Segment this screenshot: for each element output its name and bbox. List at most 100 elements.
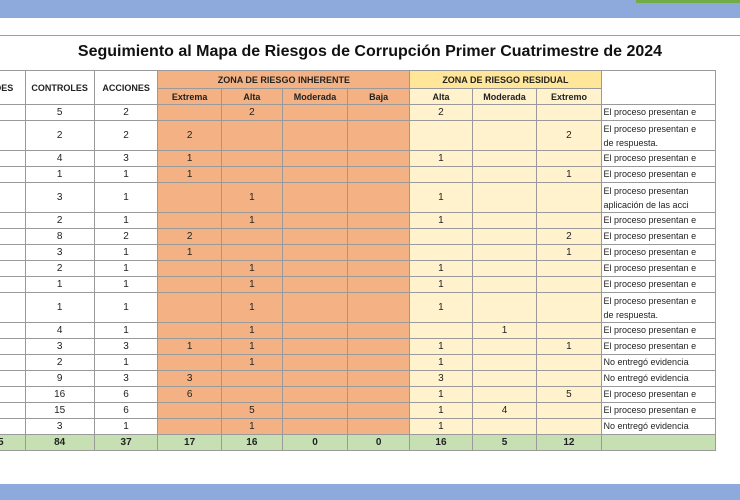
cell-observacion: El proceso presentan e de respuesta.	[600, 292, 717, 323]
total-observacion	[600, 434, 717, 451]
header-observaciones	[600, 70, 717, 105]
header-zona-residual: ZONA DE RIESGO RESIDUAL	[409, 70, 602, 89]
cell-res-moderada	[471, 150, 538, 167]
cell-controles: 5	[24, 104, 95, 121]
cell-controles: 3	[24, 182, 95, 213]
cell-observacion: El proceso presentan e	[600, 276, 717, 293]
cell-res-moderada	[471, 212, 538, 229]
table-row: 3 3 1 1 1 1 El proceso presentan e	[0, 338, 717, 355]
header-inh-alta: Alta	[220, 88, 283, 105]
cell-inh-moderada	[281, 166, 349, 183]
cell-controles: 2	[24, 260, 95, 277]
cell-observacion: No entregó evidencia	[600, 370, 717, 387]
table-row: 2 1 1 1 El proceso presentan e	[0, 212, 717, 229]
observacion-line-1: No entregó evidencia	[603, 421, 689, 431]
cell-inh-extrema: 6	[157, 386, 222, 403]
cell-res-moderada	[471, 370, 538, 387]
cell-inh-baja	[347, 322, 411, 339]
cell-inh-alta	[220, 386, 283, 403]
cell-inh-baja	[347, 212, 411, 229]
observacion-line-1: El proceso presentan e	[603, 389, 697, 399]
cell-res-moderada	[471, 292, 538, 323]
cell-res-extremo	[536, 322, 602, 339]
cell-res-alta: 1	[409, 212, 473, 229]
cell-inh-extrema	[157, 212, 222, 229]
cell-res-alta: 1	[409, 354, 473, 371]
cell-inh-extrema: 2	[157, 120, 222, 151]
cell-inh-extrema	[157, 402, 222, 419]
cell-acciones: 6	[93, 386, 159, 403]
cell-inh-moderada	[281, 402, 349, 419]
total-res-alta: 16	[409, 434, 473, 451]
cell-res-moderada	[471, 244, 538, 261]
cell-res-extremo: 1	[536, 166, 602, 183]
cell-acciones: 1	[93, 292, 159, 323]
cell-inh-alta	[220, 370, 283, 387]
cell-res-moderada	[471, 418, 538, 435]
cell-inh-baja	[347, 104, 411, 121]
cell-inh-baja	[347, 182, 411, 213]
total-res-moderada: 5	[471, 434, 538, 451]
cell-acciones: 1	[93, 322, 159, 339]
cell-res-extremo	[536, 212, 602, 229]
cell-inh-baja	[347, 260, 411, 277]
cell-res-extremo	[536, 370, 602, 387]
observacion-line-1: El proceso presentan e	[603, 231, 697, 241]
cell-acciones: 2	[93, 228, 159, 245]
cell-actividades	[0, 182, 26, 213]
cell-res-alta: 1	[409, 292, 473, 323]
cell-inh-baja	[347, 166, 411, 183]
table-row: 1 1 1 1 El proceso presentan e	[0, 166, 717, 183]
header-inh-extrema: Extrema	[157, 88, 222, 105]
cell-res-extremo: 1	[536, 338, 602, 355]
cell-acciones: 1	[93, 354, 159, 371]
cell-observacion: El proceso presentan e	[600, 104, 717, 121]
cell-res-extremo: 5	[536, 386, 602, 403]
cell-res-extremo	[536, 402, 602, 419]
table-row: 3 1 1 1 El proceso presentan aplicación de la…	[0, 182, 717, 213]
totals-row: 5 84 37 17 16 0 0 16 5 12	[0, 434, 717, 451]
table-row: 3 1 1 1 El proceso presentan e	[0, 244, 717, 261]
table-row: 1 1 1 1 El proceso presentan e	[0, 276, 717, 293]
table-row: 2 2 2 2 El proceso presentan e de respuesta.	[0, 120, 717, 151]
cell-acciones: 2	[93, 120, 159, 151]
cell-res-moderada	[471, 338, 538, 355]
cell-res-alta: 1	[409, 260, 473, 277]
cell-res-moderada	[471, 276, 538, 293]
cell-observacion: El proceso presentan e	[600, 322, 717, 339]
cell-res-extremo	[536, 104, 602, 121]
observacion-line-1: El proceso presentan	[603, 185, 689, 196]
observacion-line-1: El proceso presentan e	[603, 295, 697, 306]
cell-inh-moderada	[281, 260, 349, 277]
total-actividades: 5	[0, 434, 26, 451]
cell-res-alta: 1	[409, 182, 473, 213]
table-body: 5 2 2 2 El proceso presentan e 2 2 2 2 El proceso…	[0, 104, 717, 435]
risk-table: ADES CONTROLES ACCIONES ZONA DE RIESGO I…	[0, 70, 717, 451]
cell-inh-moderada	[281, 182, 349, 213]
cell-inh-baja	[347, 276, 411, 293]
observacion-line-1: El proceso presentan e	[603, 247, 697, 257]
cell-acciones: 3	[93, 338, 159, 355]
table-row: 3 1 1 1 No entregó evidencia	[0, 418, 717, 435]
cell-inh-alta	[220, 166, 283, 183]
cell-actividades	[0, 418, 26, 435]
cell-inh-extrema	[157, 354, 222, 371]
cell-res-extremo: 1	[536, 244, 602, 261]
cell-inh-extrema	[157, 276, 222, 293]
cell-res-moderada	[471, 120, 538, 151]
cell-actividades	[0, 244, 26, 261]
cell-observacion: El proceso presentan e	[600, 244, 717, 261]
bottom-bar	[0, 484, 740, 500]
cell-inh-baja	[347, 402, 411, 419]
observacion-line-1: El proceso presentan e	[603, 325, 697, 335]
cell-observacion: El proceso presentan e	[600, 150, 717, 167]
cell-inh-alta: 1	[220, 338, 283, 355]
cell-res-extremo	[536, 418, 602, 435]
cell-res-extremo	[536, 260, 602, 277]
cell-inh-baja	[347, 292, 411, 323]
header-acciones: ACCIONES	[93, 70, 159, 105]
cell-inh-extrema	[157, 418, 222, 435]
cell-inh-moderada	[281, 120, 349, 151]
cell-inh-moderada	[281, 104, 349, 121]
cell-actividades	[0, 354, 26, 371]
